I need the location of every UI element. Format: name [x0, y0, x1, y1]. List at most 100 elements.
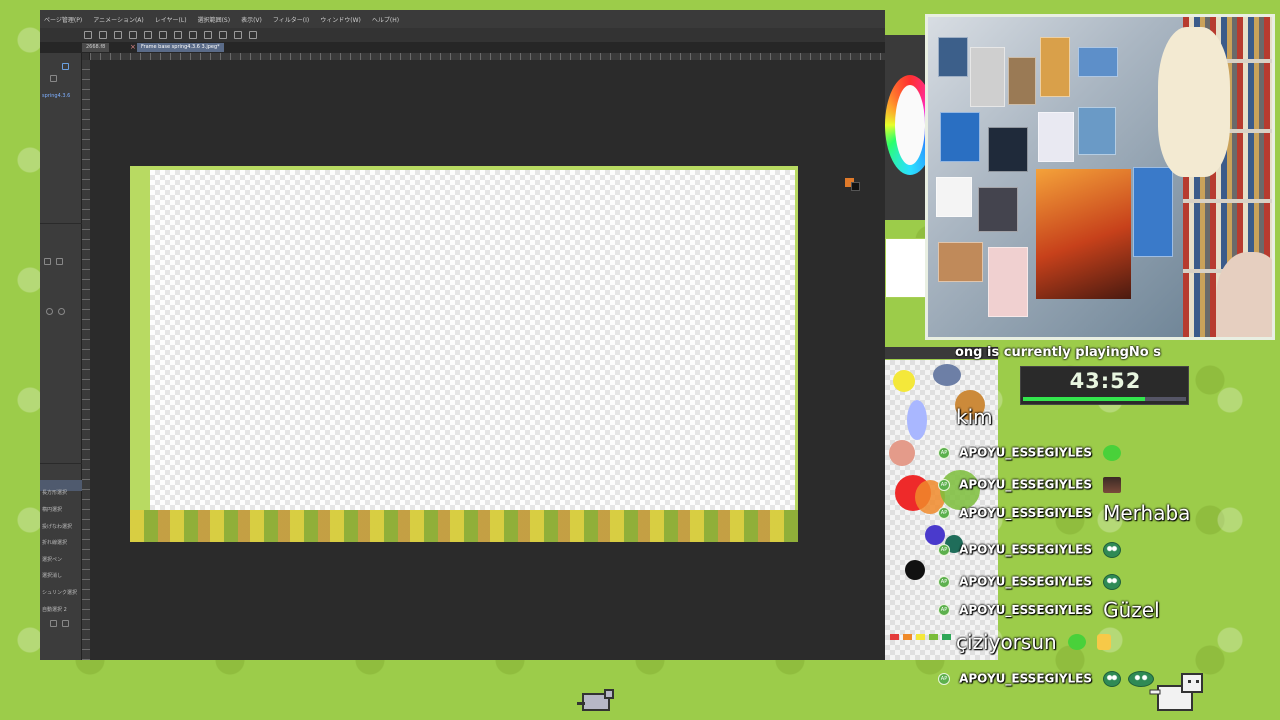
dragon-poster [1036, 169, 1131, 299]
wall-photo [1078, 107, 1116, 155]
pixel-cat-icon [1149, 673, 1203, 711]
brush-size-icon-2[interactable] [56, 258, 63, 265]
palette-swatch-red[interactable] [890, 634, 899, 640]
wall-photo [1040, 37, 1070, 97]
palette-swatch-orange[interactable] [903, 634, 912, 640]
tool-lasso-select[interactable]: 投げなわ選択 [42, 523, 72, 530]
transparent-area[interactable] [150, 170, 795, 510]
color-wheel-panel [885, 35, 935, 220]
chat-message: AP APOYU_ESSEGIYLES Güzel [938, 598, 1160, 622]
layer-select-icon[interactable] [62, 63, 69, 70]
chat-username: APOYU_ESSEGIYLES [959, 506, 1093, 520]
add-icon[interactable] [50, 620, 57, 627]
menu-layer[interactable]: レイヤー(L) [155, 15, 187, 24]
chat-message-text: Güzel [1103, 598, 1160, 622]
opacity-icon-2[interactable] [58, 308, 65, 315]
chat-message: AP APOYU_ESSEGIYLES [938, 571, 1122, 590]
wall-photo [988, 247, 1028, 317]
menu-filter[interactable]: フィルター(I) [273, 15, 309, 24]
deselect-icon[interactable] [204, 31, 212, 39]
undo-icon[interactable] [129, 31, 137, 39]
wall-photo [938, 242, 983, 282]
black-paint-blob[interactable] [905, 560, 925, 580]
chat-message: kim [956, 405, 993, 429]
yellow-paint-blob[interactable] [893, 370, 915, 392]
palette-swatch-yellow[interactable] [916, 634, 925, 640]
new-file-icon[interactable] [84, 31, 92, 39]
layer-visibility-icon[interactable] [50, 75, 57, 82]
now-playing-ticker: ong is currently playingNo s [955, 345, 1161, 360]
timer-text: 43:52 [1069, 369, 1142, 393]
chat-message: AP APOYU_ESSEGIYLES [938, 539, 1122, 558]
chat-message: AP APOYU_ESSEGIYLES [938, 474, 1122, 493]
drawing-app-window: ページ管理(P) アニメーション(A) レイヤー(L) 選択範囲(S) 表示(V… [40, 10, 935, 660]
document-tab-bar: 2668.f8 × Frame base spring4.3.6 3.jpeg* [40, 42, 885, 53]
wall-photo [938, 37, 968, 77]
palette-swatch-green[interactable] [929, 634, 938, 640]
menu-window[interactable]: ウィンドウ(W) [320, 15, 361, 24]
panel-divider-2 [40, 463, 82, 464]
color-saturation-square[interactable] [895, 85, 925, 165]
wall-photo [988, 127, 1028, 172]
clear-icon[interactable] [159, 31, 167, 39]
open-file-icon[interactable] [99, 31, 107, 39]
pixel-mouse-icon [577, 689, 614, 711]
tool-polyline-select[interactable]: 折れ線選択 [42, 539, 67, 546]
user-badge-icon: AP [938, 604, 950, 616]
face-emote-icon [1103, 476, 1122, 493]
chat-overlay: kim AP APOYU_ESSEGIYLES AP APOYU_ESSEGIY… [938, 400, 1238, 700]
tool-shrink-select[interactable]: シュリンク選択 [42, 589, 77, 596]
brush-size-icon[interactable] [44, 258, 51, 265]
save-icon[interactable] [114, 31, 122, 39]
drawing-canvas[interactable] [130, 166, 798, 542]
user-badge-icon: AP [938, 446, 950, 459]
wall-photo [936, 177, 972, 217]
tool-selection-eraser[interactable]: 選択消し [42, 572, 62, 579]
background-color-swatch[interactable] [851, 182, 860, 191]
chat-username: APOYU_ESSEGIYLES [959, 477, 1093, 492]
wall-photo [940, 112, 980, 162]
left-ruler [82, 60, 90, 660]
menu-selection[interactable]: 選択範囲(S) [198, 15, 231, 24]
layer-name[interactable]: spring4.3.6 [42, 93, 70, 99]
tool-selection-pen[interactable]: 選択ペン [42, 556, 62, 563]
tab-document-2[interactable]: Frame base spring4.3.6 3.jpeg* [137, 43, 224, 52]
chat-message-text: Merhaba [1103, 501, 1191, 525]
menu-help[interactable]: ヘルプ(H) [372, 15, 399, 24]
tab-document-1[interactable]: 2668.f8 [82, 43, 110, 52]
wall-photo [1133, 167, 1173, 257]
redo-icon[interactable] [144, 31, 152, 39]
pen-icon[interactable] [234, 31, 242, 39]
thumbs-up-emote-icon [1096, 634, 1111, 650]
chat-username: APOYU_ESSEGIYLES [959, 445, 1093, 460]
layer-panel: spring4.3.6 長方形選択 楕円選択 投げなわ選択 折れ線選択 選択ペン… [40, 53, 82, 660]
lavender-paint-blob[interactable] [907, 400, 927, 440]
menu-page[interactable]: ページ管理(P) [44, 15, 82, 24]
user-badge-icon: AP [938, 672, 950, 685]
close-tab-icon[interactable]: × [130, 43, 136, 52]
menu-animation[interactable]: アニメーション(A) [93, 15, 144, 24]
salmon-paint-blob[interactable] [889, 440, 915, 466]
menu-bar: ページ管理(P) アニメーション(A) レイヤー(L) 選択範囲(S) 表示(V… [40, 10, 885, 28]
navigator-preview[interactable] [885, 238, 927, 298]
tool-ellipse-select[interactable]: 楕円選択 [42, 506, 62, 513]
wall-photo [978, 187, 1018, 232]
command-bar [40, 28, 885, 42]
frog-emote-icon [1103, 670, 1122, 687]
delete-icon[interactable] [62, 620, 69, 627]
chat-message: AP APOYU_ESSEGIYLES Merhaba [938, 501, 1190, 525]
user-badge-icon: AP [938, 507, 950, 519]
chat-username: APOYU_ESSEGIYLES [959, 574, 1093, 589]
transform-icon[interactable] [189, 31, 197, 39]
checkmark-icon[interactable] [219, 31, 227, 39]
top-ruler [90, 53, 885, 60]
tool-auto-select[interactable]: 自動選択 2 [42, 606, 67, 613]
fill-icon[interactable] [174, 31, 182, 39]
opacity-icon[interactable] [46, 308, 53, 315]
user-badge-icon: AP [938, 478, 950, 491]
tool-rect-select[interactable]: 長方形選択 [42, 489, 67, 496]
chat-message-text: kim [956, 405, 993, 429]
blue-gray-paint-blob[interactable] [933, 364, 961, 386]
menu-view[interactable]: 表示(V) [241, 15, 262, 24]
settings-icon[interactable] [249, 31, 257, 39]
